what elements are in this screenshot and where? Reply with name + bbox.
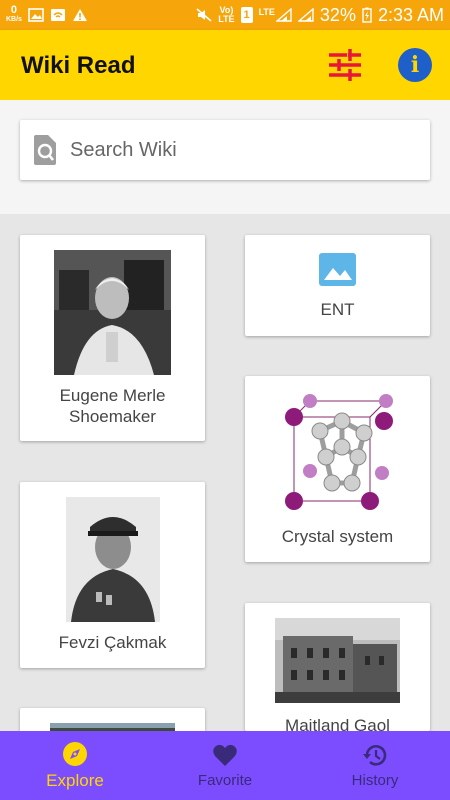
nav-explore-label: Explore <box>46 770 104 790</box>
image-placeholder-icon <box>319 253 356 286</box>
battery-charging-icon <box>362 7 372 23</box>
lte-signal: LTE <box>259 8 292 22</box>
wifi-card-icon <box>50 9 65 21</box>
card-title: Eugene Merle Shoemaker <box>59 386 166 426</box>
status-bar-right: Vo) LTE 1 LTE 32% 2:33 AM <box>196 5 444 26</box>
app-title: Wiki Read <box>21 52 136 79</box>
nav-explore[interactable]: Explore <box>0 731 150 800</box>
article-card-shoemaker[interactable]: Eugene Merle Shoemaker <box>20 235 205 441</box>
nav-favorite-label: Favorite <box>197 772 253 789</box>
article-card-ent[interactable]: ENT <box>245 235 430 336</box>
lte-label: LTE <box>258 7 275 17</box>
image-notification-icon <box>28 8 44 22</box>
clock: 2:33 AM <box>377 4 444 25</box>
mute-icon <box>196 8 212 22</box>
shoemaker-photo <box>54 250 171 375</box>
history-icon <box>363 745 387 766</box>
battery-percent: 32% <box>319 4 356 25</box>
article-card-crystal-system[interactable]: Crystal system <box>245 376 430 562</box>
status-bar-left: 0 KB/s <box>6 4 88 24</box>
sim-badge: 1 <box>240 7 253 23</box>
maitland-gaol-photo <box>275 618 400 703</box>
volte-lte-text: LTE <box>218 14 235 24</box>
card-title: Maitland Gaol <box>285 716 390 731</box>
article-card-maitland-gaol[interactable]: Maitland Gaol <box>245 603 430 731</box>
signal-icon <box>275 8 292 22</box>
network-speed-unit: KB/s <box>6 16 22 23</box>
info-icon[interactable]: i <box>398 48 432 82</box>
card-title: ENT <box>320 300 355 319</box>
app-bar: Wiki Read i <box>0 30 450 100</box>
compass-icon <box>63 741 87 766</box>
status-bar: 0 KB/s Vo) LTE 1 LTE 32% 2:33 AM <box>0 0 450 30</box>
article-card-fevzi-cakmak[interactable]: Fevzi Çakmak <box>20 482 205 668</box>
heart-icon <box>213 744 237 766</box>
volte-indicator: Vo) LTE <box>218 6 234 24</box>
tune-icon[interactable] <box>327 48 363 82</box>
card-title: Crystal system <box>281 527 394 546</box>
nav-favorite[interactable]: Favorite <box>150 731 300 800</box>
search-box[interactable] <box>20 120 430 180</box>
warning-icon <box>72 9 87 21</box>
search-input[interactable] <box>70 138 400 162</box>
network-speed-value: 0 <box>10 4 18 16</box>
bottom-navigation: Explore Favorite History <box>0 731 450 800</box>
nav-history-label: History <box>351 772 399 789</box>
network-speed: 0 KB/s <box>6 4 22 24</box>
search-area <box>0 100 450 214</box>
signal-2-icon <box>297 8 314 22</box>
fevzi-cakmak-photo <box>66 497 160 622</box>
card-title: Fevzi Çakmak <box>58 633 167 652</box>
search-icon <box>34 135 56 165</box>
nav-history[interactable]: History <box>300 731 450 800</box>
crystal-lattice-image <box>285 394 393 510</box>
